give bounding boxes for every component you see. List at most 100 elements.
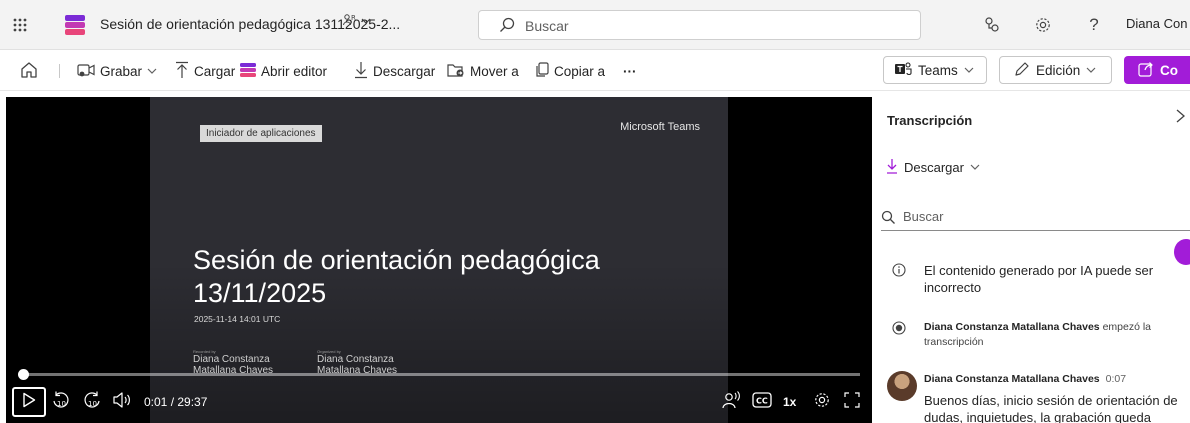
app-logo-icon [65,13,85,37]
copilot-badge[interactable] [1174,239,1190,265]
transcript-title: Transcripción [887,113,973,128]
move-icon [447,62,465,81]
search-icon [499,17,515,38]
edit-label: Edición [1036,62,1081,78]
meeting-datetime: 2025-11-14 14:01 UTC [194,314,281,324]
settings-button[interactable] [810,390,834,414]
entry-header: Diana Constanza Matallana Chaves 0:07 [924,373,1126,385]
fullscreen-button[interactable] [840,390,864,414]
share-icon [1138,61,1154,80]
record-label: Grabar [100,63,143,79]
download-label: Descargar [373,63,436,79]
share-people-icon[interactable]: R [343,14,357,29]
command-toolbar: Grabar Cargar Abrir editor Descargar Mov… [0,50,1190,91]
transcript-search-input[interactable] [903,209,1163,224]
seek-bar[interactable] [24,373,860,376]
help-icon[interactable]: ? [1084,15,1104,35]
chevron-down-icon[interactable] [361,14,371,29]
share-button[interactable]: Co [1124,56,1190,84]
speaker-icon [721,390,741,415]
forward-10-button[interactable]: 10 [80,390,104,414]
top-bar: Sesión de orientación pedagógica 1311202… [0,0,1190,50]
upload-button[interactable]: Cargar [175,61,235,81]
transcript-download-label: Descargar [904,160,964,175]
record-icon [77,62,95,81]
launcher-chip: Iniciador de aplicaciones [200,125,322,142]
entry-timestamp[interactable]: 0:07 [1106,373,1126,385]
copy-button[interactable]: Copiar a [535,61,605,81]
chevron-down-icon [147,64,157,79]
download-button[interactable]: Descargar [354,61,435,81]
teams-label: Teams [918,62,958,78]
settings-icon [813,391,831,414]
chevron-down-icon [964,63,974,78]
waffle-icon[interactable] [0,0,40,50]
svg-text:R: R [351,14,356,22]
info-icon [892,263,906,282]
time-display: 0:01 / 29:37 [144,395,208,409]
transcript-download-button[interactable]: Descargar [886,158,980,177]
play-icon [22,392,36,413]
fullscreen-icon [844,391,860,413]
record-button[interactable]: Grabar [77,61,157,81]
svg-text:CC: CC [756,396,768,405]
entry-text: Buenos días, inicio sesión de orientació… [924,393,1178,423]
share-label: Co [1160,62,1178,78]
teams-brand-label: Microsoft Teams [620,121,700,133]
seek-handle[interactable] [18,369,29,380]
people-icon[interactable] [982,15,1002,35]
copy-icon [535,61,549,81]
start-speaker: Diana Constanza Matallana Chaves [924,321,1100,333]
radio-icon [892,321,906,340]
open-editor-button[interactable]: Abrir editor [240,61,327,81]
captions-icon: CC [752,391,772,413]
svg-text:10: 10 [88,400,97,408]
upload-label: Cargar [194,63,236,79]
teams-dropdown[interactable]: Teams [883,56,987,84]
pencil-icon [1014,61,1030,80]
close-icon[interactable] [1176,109,1186,128]
speaker-view-button[interactable] [719,390,743,414]
rewind-10-icon: 10 [51,390,71,415]
edit-mode-dropdown[interactable]: Edición [999,56,1112,84]
transcription-started-text: Diana Constanza Matallana Chaves empezó … [924,320,1174,350]
open-editor-label: Abrir editor [261,63,328,79]
move-button[interactable]: Mover a [447,61,519,81]
volume-button[interactable] [110,390,134,414]
copy-label: Copiar a [554,63,606,79]
more-options-button[interactable]: ··· [623,61,637,81]
transcript-panel: Transcripción Descargar El contenido gen… [878,97,1190,423]
home-button[interactable] [20,61,38,81]
user-name[interactable]: Diana Con [1126,16,1187,31]
home-icon [20,61,38,82]
chevron-down-icon [970,160,980,175]
entry-speaker: Diana Constanza Matallana Chaves [924,373,1100,385]
recorded-by: Recorded by Diana Constanza Matallana Ch… [193,349,285,376]
captions-button[interactable]: CC [750,390,774,414]
search-input[interactable] [525,17,905,35]
play-button[interactable] [12,387,46,417]
ai-disclaimer-text: El contenido generado por IA puede ser i… [924,263,1154,295]
gear-icon[interactable] [1033,15,1053,35]
upload-icon [175,61,189,82]
rewind-10-button[interactable]: 10 [49,390,73,414]
organized-by: Organized by Diana Constanza Matallana C… [317,349,409,376]
move-label: Mover a [470,63,519,79]
chevron-down-icon [1086,63,1096,78]
meeting-title: Sesión de orientación pedagógica 13/11/2… [193,245,600,308]
video-player[interactable]: Iniciador de aplicaciones Microsoft Team… [6,97,872,423]
editor-icon [240,62,256,81]
download-icon [886,158,898,177]
forward-10-icon: 10 [82,390,102,415]
toolbar-divider [59,64,60,78]
title-actions[interactable]: R [343,14,371,29]
teams-icon [894,61,912,80]
avatar [887,371,917,401]
playback-rate-button[interactable]: 1x [783,395,796,409]
search-box[interactable] [478,10,921,40]
search-icon [881,210,896,230]
volume-icon [112,391,132,414]
svg-text:10: 10 [57,400,66,408]
transcript-search[interactable] [881,206,1190,231]
download-icon [354,61,368,82]
